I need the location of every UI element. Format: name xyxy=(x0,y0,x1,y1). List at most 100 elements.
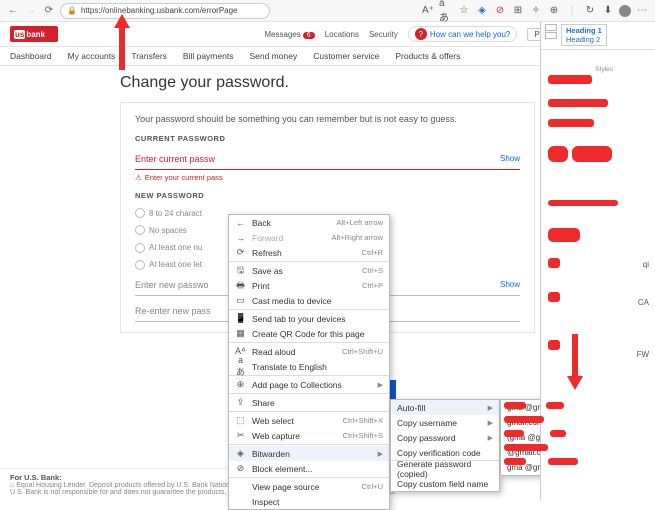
ctx-web-select[interactable]: ⬚Web selectCtrl+Shift+X xyxy=(229,413,389,428)
current-password-label: CURRENT PASSWORD xyxy=(135,134,520,145)
redaction xyxy=(546,402,564,409)
word-ribbon: Heading 1Heading 2 Styles xyxy=(541,22,655,50)
nav-bill[interactable]: Bill payments xyxy=(183,51,234,61)
history-icon[interactable]: ↻ xyxy=(583,4,597,18)
ctx-item-icon: 🖶 xyxy=(235,278,246,294)
redaction xyxy=(548,340,560,350)
address-bar[interactable]: 🔒 https://onlinebanking.usbank.com/error… xyxy=(60,3,270,19)
redaction xyxy=(548,75,592,84)
ctx-item-icon: ⊕ xyxy=(235,379,246,390)
extension3-icon[interactable]: ⊞ xyxy=(511,4,525,18)
ctx-item-icon: ▭ xyxy=(235,295,246,306)
redaction xyxy=(548,228,580,242)
extension1-icon[interactable]: ◈ xyxy=(475,4,489,18)
ctx-bitwarden[interactable]: ◈Bitwarden▶ xyxy=(229,446,389,461)
ctx-forward[interactable]: →ForwardAlt+Right arrow xyxy=(229,230,389,245)
ctx-item-icon: ▦ xyxy=(235,328,246,339)
favorites-icon[interactable]: ✧ xyxy=(529,4,543,18)
forward-icon[interactable]: → xyxy=(24,4,38,18)
ctx-item-icon: 🖫 xyxy=(235,263,246,279)
ctx-create-qr-code-for-this-page[interactable]: ▦Create QR Code for this page xyxy=(229,326,389,341)
bw-copy-custom-field-name[interactable]: Copy custom field name xyxy=(391,476,499,491)
refresh-icon[interactable]: ⟳ xyxy=(42,4,56,18)
ctx-send-tab-to-your-devices[interactable]: 📱Send tab to your devices xyxy=(229,311,389,326)
bw-auto-fill[interactable]: Auto-fill▶ xyxy=(391,400,499,415)
ctx-block-element-[interactable]: ⊘Block element... xyxy=(229,461,389,476)
redaction xyxy=(548,146,568,162)
profile-avatar-icon[interactable] xyxy=(619,5,631,17)
ctx-item-icon: ⬚ xyxy=(235,415,246,426)
nav-service[interactable]: Customer service xyxy=(313,51,379,61)
star-icon[interactable]: ☆ xyxy=(457,4,471,18)
back-icon[interactable]: ← xyxy=(6,4,20,18)
ctx-add-page-to-collections[interactable]: ⊕Add page to Collections▶ xyxy=(229,377,389,392)
nav-send[interactable]: Send money xyxy=(249,51,297,61)
menu-icon[interactable]: ⋯ xyxy=(635,4,649,18)
redaction xyxy=(550,430,566,437)
reader-icon[interactable]: A⁺ xyxy=(421,4,435,18)
check-icon xyxy=(135,260,145,270)
translate-icon[interactable]: aあ xyxy=(439,4,453,18)
bw-copy-username[interactable]: Copy username▶ xyxy=(391,415,499,430)
context-menu[interactable]: ←BackAlt+Left arrow→ForwardAlt+Right arr… xyxy=(228,214,390,510)
nav-locations[interactable]: Locations xyxy=(325,30,359,39)
url-text: https://onlinebanking.usbank.com/errorPa… xyxy=(81,6,238,15)
bitwarden-submenu[interactable]: Auto-fill▶Copy username▶Copy password▶ Co… xyxy=(390,399,500,492)
check-icon xyxy=(135,208,145,218)
divider-icon: | xyxy=(565,4,579,18)
check-icon xyxy=(135,243,145,253)
ctx-inspect[interactable]: Inspect xyxy=(229,494,389,509)
extension2-icon[interactable]: ⊘ xyxy=(493,4,507,18)
show-link[interactable]: Show xyxy=(500,153,520,166)
new-password-label: NEW PASSWORD xyxy=(135,191,520,202)
ctx-item-icon: aあ xyxy=(235,355,246,378)
nav-products[interactable]: Products & offers xyxy=(395,51,460,61)
annotation-arrow-down xyxy=(565,330,585,390)
help-button[interactable]: ?How can we help you? xyxy=(408,26,518,42)
ctx-item-icon: 📱 xyxy=(235,313,246,324)
lock-icon: 🔒 xyxy=(67,6,77,15)
bw-generate-password-copied-[interactable]: Generate password (copied) xyxy=(391,461,499,476)
ctx-view-page-source[interactable]: View page sourceCtrl+U xyxy=(229,479,389,494)
ctx-read-aloud[interactable]: AᐞRead aloudCtrl+Shift+U xyxy=(229,344,389,359)
current-password-input[interactable]: Enter current passw Show xyxy=(135,150,520,170)
ctx-print[interactable]: 🖶PrintCtrl+P xyxy=(229,278,389,293)
ctx-item-icon: ✂ xyxy=(235,430,246,441)
ctx-item-icon: ← xyxy=(235,218,246,228)
help-icon: ? xyxy=(415,28,427,40)
page-title: Change your password. xyxy=(120,74,535,92)
ctx-item-icon: ⟳ xyxy=(235,247,246,258)
redaction xyxy=(548,200,618,206)
nav-security[interactable]: Security xyxy=(369,30,398,39)
redaction xyxy=(504,458,526,465)
check-icon xyxy=(135,225,145,235)
warning-icon: ⚠ xyxy=(135,173,142,184)
nav-messages[interactable]: Messages6 xyxy=(264,30,314,39)
redaction xyxy=(548,258,560,268)
ctx-translate-to-english[interactable]: aあTranslate to English xyxy=(229,359,389,374)
nav-transfers[interactable]: Transfers xyxy=(131,51,167,61)
redaction xyxy=(504,416,544,423)
bw-copy-password[interactable]: Copy password▶ xyxy=(391,430,499,445)
ctx-save-as[interactable]: 🖫Save asCtrl+S xyxy=(229,263,389,278)
ctx-item-icon: ⇪ xyxy=(235,397,246,408)
footer-heading: For U.S. Bank: xyxy=(10,473,62,482)
redaction xyxy=(548,292,560,302)
usbank-logo[interactable]: usbank xyxy=(10,26,58,42)
nav-dashboard[interactable]: Dashboard xyxy=(10,51,52,61)
style-heading1[interactable]: Heading 1Heading 2 xyxy=(561,24,607,46)
show-link[interactable]: Show xyxy=(500,279,520,292)
ctx-web-capture[interactable]: ✂Web captureCtrl+Shift+S xyxy=(229,428,389,443)
ctx-refresh[interactable]: ⟳RefreshCtrl+R xyxy=(229,245,389,260)
redaction xyxy=(504,430,524,437)
nav-accounts[interactable]: My accounts xyxy=(68,51,116,61)
collections-icon[interactable]: ⊕ xyxy=(547,4,561,18)
downloads-icon[interactable]: ⬇ xyxy=(601,4,615,18)
ctx-cast-media-to-device[interactable]: ▭Cast media to device xyxy=(229,293,389,308)
ctx-share[interactable]: ⇪Share xyxy=(229,395,389,410)
current-password-error: ⚠Enter your current pass xyxy=(135,173,520,184)
ctx-item-icon: ◈ xyxy=(235,448,246,459)
ctx-back[interactable]: ←BackAlt+Left arrow xyxy=(229,215,389,230)
redaction xyxy=(572,146,612,162)
browser-toolbar: ← → ⟳ 🔒 https://onlinebanking.usbank.com… xyxy=(0,0,655,22)
